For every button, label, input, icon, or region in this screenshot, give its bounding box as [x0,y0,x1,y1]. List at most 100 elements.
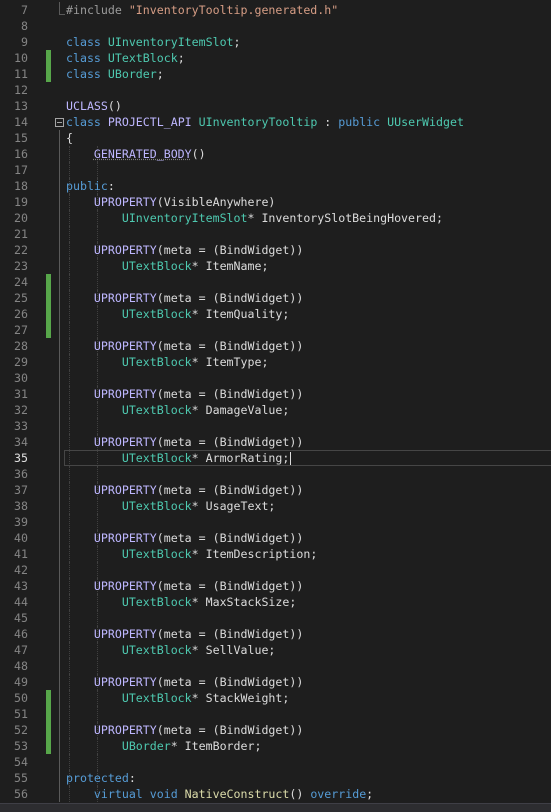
code-token: ; [177,51,185,65]
code-text[interactable]: UPROPERTY(meta = (BindWidget)) [66,530,303,546]
code-line[interactable]: 26 UTextBlock* ItemQuality; [0,306,551,322]
code-line[interactable]: 16 GENERATED_BODY() [0,146,551,162]
code-line[interactable]: 17 [0,162,551,178]
code-line[interactable]: 37 UPROPERTY(meta = (BindWidget)) [0,482,551,498]
code-text[interactable]: UPROPERTY(meta = (BindWidget)) [66,578,303,594]
code-text[interactable]: UPROPERTY(VisibleAnywhere) [66,194,276,210]
code-line[interactable]: 25 UPROPERTY(meta = (BindWidget)) [0,290,551,306]
code-text[interactable]: class UBorder; [66,66,164,82]
line-number: 47 [14,643,28,657]
line-number: 28 [14,339,28,353]
code-line[interactable]: 51 [0,706,551,722]
code-text[interactable]: UTextBlock* ItemDescription; [66,546,317,562]
code-line[interactable]: 15 { [0,130,551,146]
code-text[interactable]: #include "InventoryTooltip.generated.h" [66,2,338,18]
collapse-icon[interactable] [55,118,64,127]
code-line[interactable]: 18 public: [0,178,551,194]
code-text[interactable]: UPROPERTY(meta = (BindWidget)) [66,482,303,498]
code-text[interactable]: protected: [66,770,136,786]
code-token: * ItemType; [191,355,269,369]
code-line[interactable]: 55 protected: [0,770,551,786]
code-line[interactable]: 52 UPROPERTY(meta = (BindWidget)) [0,722,551,738]
code-line[interactable]: 48 [0,658,551,674]
code-line[interactable]: 46 UPROPERTY(meta = (BindWidget)) [0,626,551,642]
code-line[interactable]: 9 class UInventoryItemSlot; [0,34,551,50]
code-text[interactable]: UTextBlock* ArmorRating; [66,450,292,466]
code-token: { [66,131,73,145]
code-text[interactable]: UTextBlock* DamageValue; [66,402,290,418]
code-line[interactable]: 21 [0,226,551,242]
code-line[interactable]: 8 [0,18,551,34]
code-text[interactable]: public: [66,178,115,194]
code-line[interactable]: 7 #include "InventoryTooltip.generated.h" [0,2,551,18]
code-line[interactable]: 32 UTextBlock* DamageValue; [0,402,551,418]
code-text[interactable]: UPROPERTY(meta = (BindWidget)) [66,434,303,450]
code-text[interactable]: UCLASS() [66,98,122,114]
code-line[interactable]: 20 UInventoryItemSlot* InventorySlotBein… [0,210,551,226]
code-text[interactable]: GENERATED_BODY() [66,146,206,162]
code-text[interactable]: UPROPERTY(meta = (BindWidget)) [66,386,303,402]
code-line[interactable]: 27 [0,322,551,338]
code-text[interactable]: UPROPERTY(meta = (BindWidget)) [66,722,303,738]
code-text[interactable]: { [66,130,73,146]
code-text[interactable]: class UInventoryItemSlot; [66,34,241,50]
code-text[interactable]: UPROPERTY(meta = (BindWidget)) [66,338,303,354]
code-line[interactable]: 36 [0,466,551,482]
code-line[interactable]: 38 UTextBlock* UsageText; [0,498,551,514]
code-line[interactable]: 11 class UBorder; [0,66,551,82]
code-line[interactable]: 39 [0,514,551,530]
code-line[interactable]: 12 [0,82,551,98]
code-text[interactable]: UTextBlock* StackWeight; [66,690,290,706]
code-text[interactable]: UPROPERTY(meta = (BindWidget)) [66,626,303,642]
code-text[interactable]: class PROJECTL_API UInventoryTooltip : p… [66,114,464,130]
code-line[interactable]: 56 virtual void NativeConstruct() overri… [0,786,551,802]
code-line[interactable]: 54 [0,754,551,770]
code-line[interactable]: 10 class UTextBlock; [0,50,551,66]
code-text[interactable]: UPROPERTY(meta = (BindWidget)) [66,674,303,690]
code-text[interactable]: UTextBlock* SellValue; [66,642,276,658]
line-number: 41 [14,547,28,561]
code-token: (meta = (BindWidget)) [156,243,304,257]
code-token: class [66,67,108,81]
code-line[interactable]: 47 UTextBlock* SellValue; [0,642,551,658]
code-text[interactable]: class UTextBlock; [66,50,185,66]
code-line[interactable]: 45 [0,610,551,626]
code-line[interactable]: 30 [0,370,551,386]
code-line[interactable]: 41 UTextBlock* ItemDescription; [0,546,551,562]
code-text[interactable]: UBorder* ItemBorder; [66,738,262,754]
code-line[interactable]: 43 UPROPERTY(meta = (BindWidget)) [0,578,551,594]
code-line[interactable]: 35 UTextBlock* ArmorRating; [0,450,551,466]
code-line[interactable]: 13 UCLASS() [0,98,551,114]
code-text[interactable]: UTextBlock* ItemQuality; [66,306,290,322]
code-line[interactable]: 29 UTextBlock* ItemType; [0,354,551,370]
code-line[interactable]: 42 [0,562,551,578]
code-text[interactable]: UInventoryItemSlot* InventorySlotBeingHo… [66,210,443,226]
code-line[interactable]: 53 UBorder* ItemBorder; [0,738,551,754]
code-token: class [66,51,108,65]
line-number: 21 [14,227,28,241]
code-line[interactable]: 24 [0,274,551,290]
code-text[interactable]: UPROPERTY(meta = (BindWidget)) [66,290,303,306]
fold-guide [59,434,60,450]
code-text[interactable]: UTextBlock* ItemName; [66,258,269,274]
code-text[interactable]: UPROPERTY(meta = (BindWidget)) [66,242,303,258]
code-line[interactable]: 49 UPROPERTY(meta = (BindWidget)) [0,674,551,690]
code-text[interactable]: UTextBlock* ItemType; [66,354,269,370]
code-line[interactable]: 28 UPROPERTY(meta = (BindWidget)) [0,338,551,354]
code-line[interactable]: 40 UPROPERTY(meta = (BindWidget)) [0,530,551,546]
code-line[interactable]: 22 UPROPERTY(meta = (BindWidget)) [0,242,551,258]
code-text[interactable]: virtual void NativeConstruct() override; [66,786,373,802]
code-line[interactable]: 34 UPROPERTY(meta = (BindWidget)) [0,434,551,450]
code-line[interactable]: 44 UTextBlock* MaxStackSize; [0,594,551,610]
code-line[interactable]: 33 [0,418,551,434]
code-line[interactable]: 50 UTextBlock* StackWeight; [0,690,551,706]
code-text[interactable]: UTextBlock* UsageText; [66,498,276,514]
code-line[interactable]: 31 UPROPERTY(meta = (BindWidget)) [0,386,551,402]
code-line[interactable]: 23 UTextBlock* ItemName; [0,258,551,274]
fold-guide [59,306,60,322]
code-text[interactable]: UTextBlock* MaxStackSize; [66,594,297,610]
code-line[interactable]: 19 UPROPERTY(VisibleAnywhere) [0,194,551,210]
code-line[interactable]: 14 class PROJECTL_API UInventoryTooltip :… [0,114,551,130]
code-editor[interactable]: 7 #include "InventoryTooltip.generated.h"… [0,0,551,803]
